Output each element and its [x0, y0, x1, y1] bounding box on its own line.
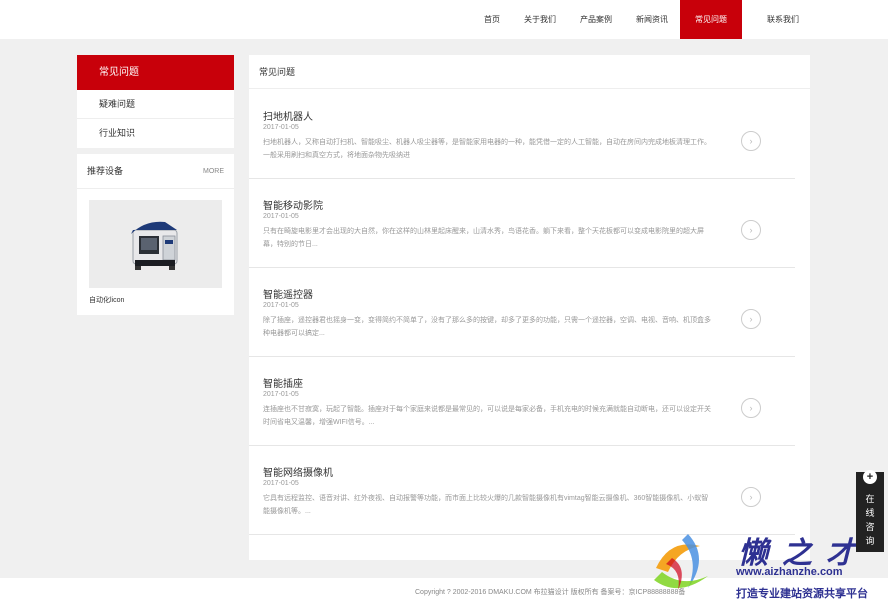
list-item[interactable]: 智能遥控器 2017-01-05 除了插座，遥控器君也摇身一变，变得简约不简单了…	[249, 268, 795, 357]
online-chat-button[interactable]: + 在线咨询	[856, 470, 884, 552]
nav-item-home[interactable]: 首页	[472, 0, 512, 39]
chat-label: 在线咨询	[865, 494, 875, 546]
article-date: 2017-01-05	[263, 391, 299, 398]
article-date: 2017-01-05	[263, 213, 299, 220]
nav-item-faq[interactable]: 常见问题	[680, 0, 742, 39]
watermark-slogan: 打造专业建站资源共享平台	[736, 588, 868, 600]
article-title[interactable]: 智能网络摄像机	[263, 464, 333, 479]
machine-icon	[130, 221, 177, 270]
faq-list-panel: 常见问题 扫地机器人 2017-01-05 扫地机器人，又称自动打扫机、智能吸尘…	[249, 55, 810, 560]
chevron-right-icon[interactable]: ›	[741, 220, 761, 240]
article-title[interactable]: 智能插座	[263, 375, 303, 390]
product-caption[interactable]: 自动化licon	[89, 295, 124, 305]
recommend-header: 推荐设备 MORE	[77, 154, 234, 189]
sidebar-item-difficult[interactable]: 疑难问题	[77, 90, 234, 119]
article-date: 2017-01-05	[263, 124, 299, 131]
list-item[interactable]: 智能插座 2017-01-05 连插座也不甘寂寞，玩起了智能。插座对于每个家庭来…	[249, 357, 795, 446]
watermark-logo-icon	[654, 534, 708, 590]
article-title[interactable]: 智能遥控器	[263, 286, 313, 301]
recommend-title: 推荐设备	[87, 166, 124, 176]
article-summary: 除了插座，遥控器君也摇身一变，变得简约不简单了，没有了那么多的按键，却多了更多的…	[263, 317, 711, 337]
more-link[interactable]: MORE	[203, 154, 224, 188]
article-summary: 连插座也不甘寂寞，玩起了智能。插座对于每个家庭来说都是最常见的，可以说是每家必备…	[263, 406, 711, 426]
sidebar-menu: 常见问题 疑难问题 行业知识	[77, 55, 234, 148]
plus-icon: +	[863, 470, 877, 484]
panel-title: 常见问题	[249, 55, 810, 89]
chevron-right-icon[interactable]: ›	[741, 398, 761, 418]
sidebar-title: 常见问题	[77, 55, 234, 90]
main-nav: 首页 关于我们 产品案例 新闻资讯 常见问题	[472, 0, 742, 39]
sidebar-item-industry[interactable]: 行业知识	[77, 119, 234, 148]
nav-item-contact[interactable]: 联系我们	[767, 0, 799, 39]
recommend-panel: 推荐设备 MORE 自动化licon	[77, 154, 234, 315]
article-title[interactable]: 扫地机器人	[263, 108, 313, 123]
article-date: 2017-01-05	[263, 480, 299, 487]
chevron-right-icon[interactable]: ›	[741, 309, 761, 329]
article-title[interactable]: 智能移动影院	[263, 197, 323, 212]
watermark: 懒之才 www.aizhanzhe.com 打造专业建站资源共享平台	[648, 528, 880, 603]
list-item[interactable]: 智能网络摄像机 2017-01-05 它具有远程监控、语音对讲、红外夜视、自动报…	[249, 446, 795, 535]
nav-item-products[interactable]: 产品案例	[568, 0, 624, 39]
product-image[interactable]	[89, 200, 222, 288]
top-navbar: 首页 关于我们 产品案例 新闻资讯 常见问题 联系我们	[0, 0, 888, 39]
watermark-url: www.aizhanzhe.com	[736, 566, 843, 578]
list-item[interactable]: 智能移动影院 2017-01-05 只有在畸旋电影里才会出现的大自然，你在这样的…	[249, 179, 795, 268]
article-summary: 只有在畸旋电影里才会出现的大自然，你在这样的山林里起床醒来，山清水秀，鸟语花香。…	[263, 228, 704, 248]
list-item[interactable]: 扫地机器人 2017-01-05 扫地机器人，又称自动打扫机、智能吸尘、机器人吸…	[249, 90, 795, 179]
article-date: 2017-01-05	[263, 302, 299, 309]
copyright-text: Copyright ? 2002-2016 DMAKU.COM 布拉猫设计 版权…	[415, 589, 686, 596]
chevron-right-icon[interactable]: ›	[741, 487, 761, 507]
article-summary: 它具有远程监控、语音对讲、红外夜视、自动报警等功能，而市面上比较火爆的几款智能摄…	[263, 495, 709, 515]
nav-item-about[interactable]: 关于我们	[512, 0, 568, 39]
article-summary: 扫地机器人，又称自动打扫机、智能吸尘、机器人吸尘器等，是智能家用电器的一种，能凭…	[263, 139, 711, 159]
chevron-right-icon[interactable]: ›	[741, 131, 761, 151]
nav-item-news[interactable]: 新闻资讯	[624, 0, 680, 39]
